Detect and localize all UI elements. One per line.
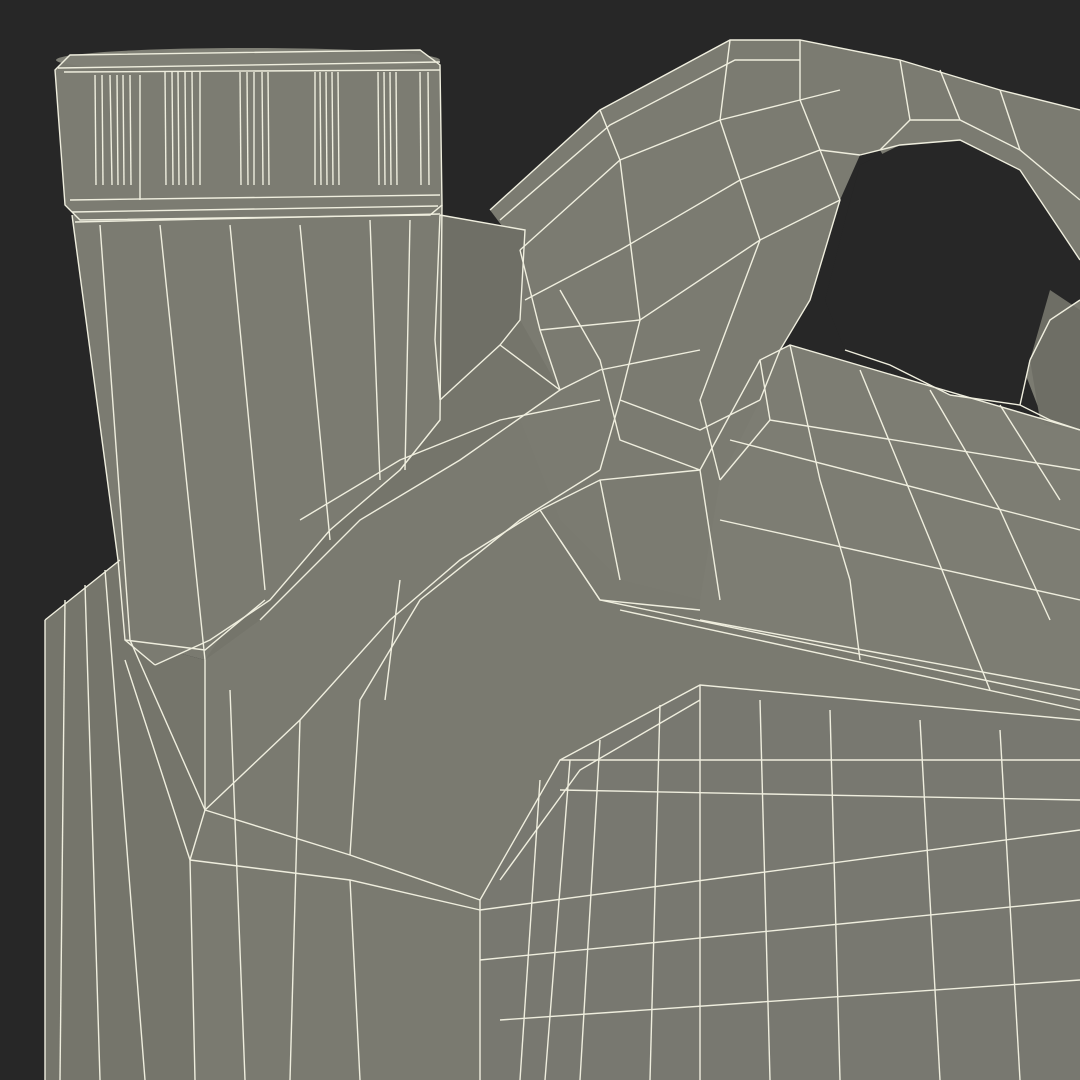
- wireframe-render-viewport: [0, 0, 1080, 1080]
- wireframe-render: [0, 0, 1080, 1080]
